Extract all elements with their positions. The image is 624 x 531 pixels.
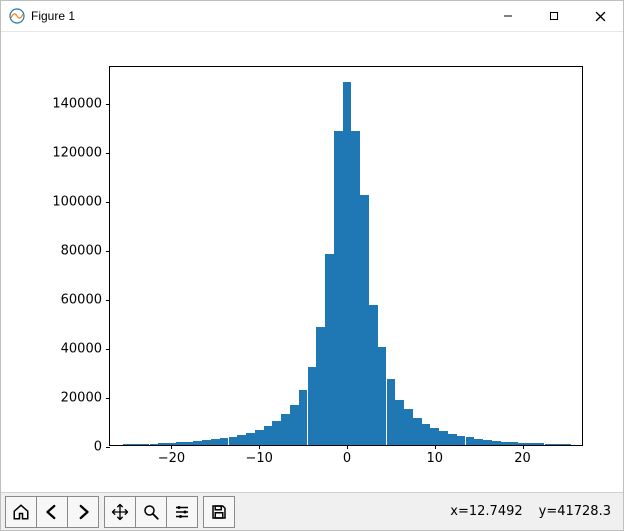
zoom-button[interactable]	[135, 496, 167, 528]
bar	[316, 327, 325, 445]
bar	[202, 440, 211, 445]
coord-readout: x=12.7492 y=41728.3	[450, 504, 611, 519]
bar	[325, 254, 334, 445]
bar	[123, 444, 132, 445]
titlebar: Figure 1	[1, 1, 623, 32]
bar	[211, 439, 220, 445]
bar	[369, 305, 378, 445]
bar	[360, 195, 369, 445]
ytick-label: 40000	[61, 341, 110, 356]
back-button[interactable]	[36, 496, 68, 528]
save-button[interactable]	[203, 496, 235, 528]
ytick-label: 60000	[61, 292, 110, 307]
bar	[395, 400, 404, 445]
bar	[351, 131, 360, 445]
bar	[246, 433, 255, 446]
bar	[553, 444, 562, 445]
bar	[387, 379, 396, 445]
bar	[562, 444, 571, 445]
ytick-label: 140000	[52, 96, 110, 111]
bar	[474, 439, 483, 445]
figure-canvas[interactable]: 020000400006000080000100000120000140000−…	[1, 32, 623, 492]
bar	[141, 444, 150, 445]
bar	[448, 434, 457, 445]
bar	[334, 131, 343, 445]
pan-button[interactable]	[104, 496, 136, 528]
bar	[378, 347, 387, 445]
coord-y: y=41728.3	[539, 504, 611, 519]
histogram-bars	[110, 67, 582, 445]
ytick-label: 100000	[52, 194, 110, 209]
bar	[545, 444, 554, 445]
bar	[536, 443, 545, 445]
bar	[220, 438, 229, 445]
nav-toolbar: x=12.7492 y=41728.3	[1, 492, 623, 530]
bar	[185, 442, 194, 445]
bar	[466, 437, 475, 445]
window-controls	[485, 1, 623, 31]
bar	[132, 444, 141, 445]
coord-x: x=12.7492	[450, 504, 522, 519]
minimize-button[interactable]	[485, 1, 531, 31]
bar	[492, 441, 501, 445]
bar	[501, 442, 510, 445]
bar	[422, 424, 431, 445]
bar	[229, 437, 238, 445]
app-icon	[9, 8, 25, 24]
configure-subplots-button[interactable]	[166, 496, 198, 528]
window-title: Figure 1	[31, 9, 75, 23]
bar	[290, 405, 299, 445]
bar	[299, 390, 308, 445]
bar	[413, 418, 422, 445]
bar	[430, 428, 439, 445]
bar	[255, 430, 264, 445]
home-button[interactable]	[5, 496, 37, 528]
bar	[457, 436, 466, 445]
ytick-label: 80000	[61, 243, 110, 258]
bar	[404, 409, 413, 445]
maximize-button[interactable]	[531, 1, 577, 31]
axes: 020000400006000080000100000120000140000−…	[109, 66, 583, 446]
ytick-label: 120000	[52, 145, 110, 160]
bar	[308, 367, 317, 445]
close-button[interactable]	[577, 1, 623, 31]
bar	[237, 435, 246, 445]
ytick-label: 20000	[61, 390, 110, 405]
bar	[272, 421, 281, 445]
bar	[193, 441, 202, 445]
bar	[483, 440, 492, 445]
bar	[439, 431, 448, 445]
bar	[343, 82, 352, 445]
bar	[264, 426, 273, 445]
figure-window: Figure 1 0200004000060000800001000001200…	[0, 0, 624, 531]
forward-button[interactable]	[67, 496, 99, 528]
bar	[281, 414, 290, 445]
